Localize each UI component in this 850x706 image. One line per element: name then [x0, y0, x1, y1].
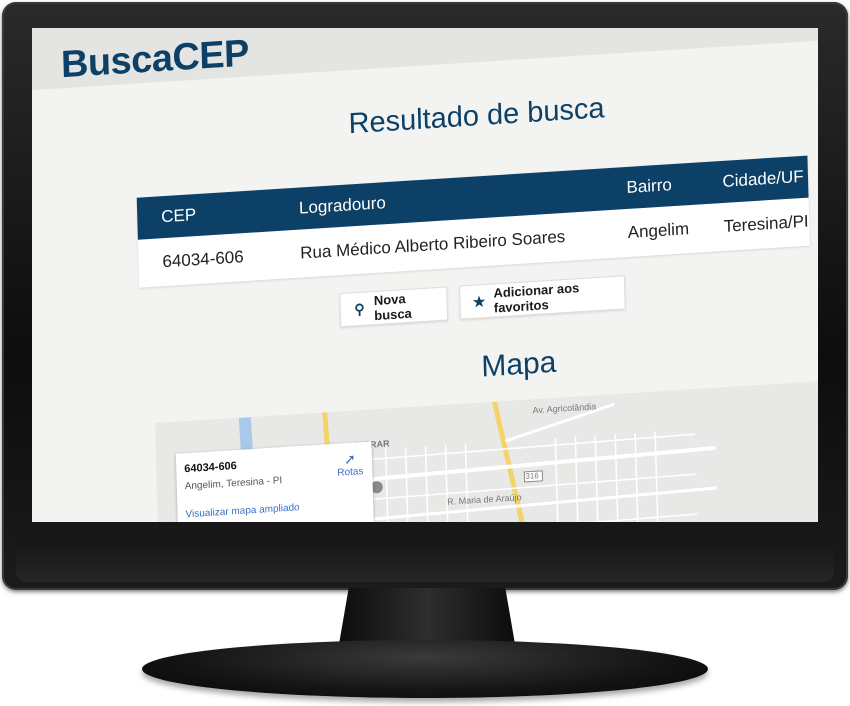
- monitor-chin: [16, 538, 834, 582]
- map-info-card: 64034-606 Angelim, Teresina - PI Visuali…: [175, 441, 374, 522]
- header-cidade: Cidade/UF: [722, 166, 804, 191]
- map-label-route: 316: [525, 471, 539, 481]
- monitor-base: [142, 640, 708, 698]
- cell-cidade: Teresina/PI: [723, 211, 809, 236]
- directions-label: Rotas: [337, 466, 364, 479]
- add-favorites-button[interactable]: ★ Adicionar aos favoritos: [459, 275, 626, 320]
- cell-cep: 64034-606: [162, 247, 244, 272]
- add-favorites-label: Adicionar aos favoritos: [493, 280, 580, 316]
- star-icon: ★: [472, 293, 486, 310]
- directions-button[interactable]: ➚ Rotas: [334, 450, 367, 479]
- new-search-button[interactable]: ⚲ Nova busca: [339, 286, 449, 328]
- search-icon: ⚲: [354, 300, 365, 318]
- result-table: CEP Logradouro Bairro Cidade/UF 64034-60…: [136, 155, 810, 288]
- page: BuscaCEP Resultado de busca CEP Logradou…: [32, 28, 818, 522]
- map[interactable]: MORAR R. Maria de Araújo Av. Agricolândi…: [155, 366, 818, 522]
- cell-logradouro: Rua Médico Alberto Ribeiro Soares: [299, 226, 566, 263]
- screen: BuscaCEP Resultado de busca CEP Logradou…: [32, 28, 818, 522]
- result-title: Resultado de busca: [348, 92, 605, 141]
- map-card-address: Angelim, Teresina - PI: [184, 475, 283, 493]
- header-bairro: Bairro: [626, 175, 673, 197]
- view-larger-map-link[interactable]: Visualizar mapa ampliado: [185, 502, 299, 520]
- map-title: Mapa: [480, 345, 557, 384]
- cell-bairro: Angelim: [627, 219, 690, 242]
- new-search-label: Nova busca: [373, 291, 412, 324]
- header-cep: CEP: [160, 205, 197, 227]
- map-card-cep: 64034-606: [184, 460, 237, 476]
